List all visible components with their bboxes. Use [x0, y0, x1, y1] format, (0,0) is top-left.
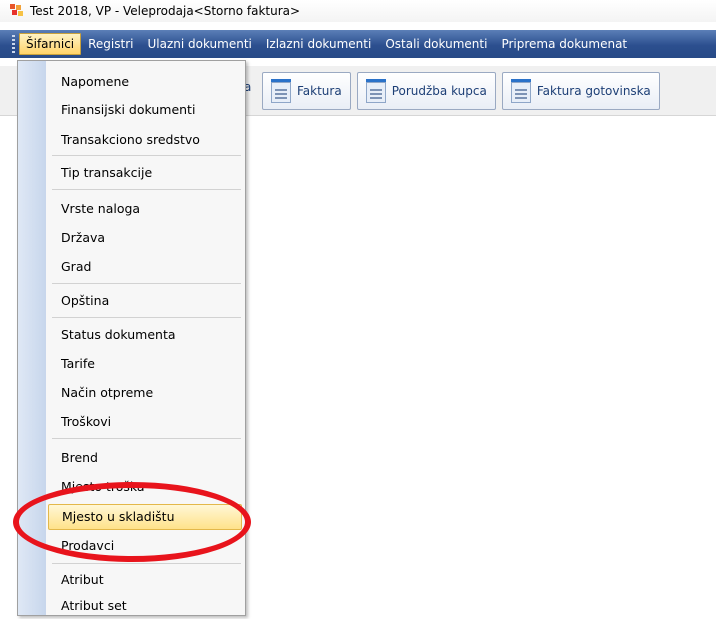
- menu-separator: [52, 317, 241, 318]
- menu-bar: Šifarnici Registri Ulazni dokumenti Izla…: [0, 30, 716, 58]
- document-icon: [365, 78, 386, 103]
- menu-item-atribut-set[interactable]: Atribut set: [48, 593, 242, 619]
- menu-item-transakciono-sredstvo[interactable]: Transakciono sredstvo: [48, 127, 242, 153]
- menu-separator: [52, 189, 241, 190]
- menu-separator: [52, 563, 241, 564]
- app-logo-icon: [10, 4, 24, 18]
- document-icon: [271, 78, 291, 103]
- faktura-button[interactable]: Faktura: [262, 71, 351, 110]
- menu-item-grad[interactable]: Grad: [48, 254, 242, 280]
- menu-item-opstina[interactable]: Opština: [48, 288, 242, 314]
- porudzba-kupca-button-label: Porudžba kupca: [391, 83, 487, 98]
- menu-izlazni-dokumenti[interactable]: Izlazni dokumenti: [259, 33, 378, 55]
- menu-item-tip-transakcije[interactable]: Tip transakcije: [48, 160, 242, 186]
- menu-item-finansijski-dokumenti[interactable]: Finansijski dokumenti: [48, 97, 242, 123]
- menu-item-atribut[interactable]: Atribut: [48, 567, 242, 593]
- menu-separator: [52, 438, 241, 439]
- menu-item-brend[interactable]: Brend: [48, 445, 242, 471]
- document-icon: [510, 78, 531, 103]
- menu-ulazni-dokumenti[interactable]: Ulazni dokumenti: [140, 33, 258, 55]
- menu-item-tarife[interactable]: Tarife: [48, 351, 242, 377]
- menu-priprema-dokumenata[interactable]: Priprema dokumenat: [494, 33, 634, 55]
- menu-item-nacin-otpreme[interactable]: Način otpreme: [48, 380, 242, 406]
- menu-separator: [52, 155, 241, 156]
- red-ellipse-annotation: [13, 482, 251, 562]
- menu-item-napomene[interactable]: Napomene: [48, 69, 242, 95]
- menu-registri[interactable]: Registri: [81, 33, 140, 55]
- menu-separator: [52, 283, 241, 284]
- faktura-gotovinska-button-label: Faktura gotovinska: [536, 83, 651, 98]
- faktura-gotovinska-button[interactable]: Faktura gotovinska: [501, 71, 660, 110]
- faktura-button-label: Faktura: [297, 83, 342, 98]
- menu-item-drzava[interactable]: Država: [48, 225, 242, 251]
- menubar-grip-icon[interactable]: [12, 35, 15, 53]
- window-title: Test 2018, VP - Veleprodaja<Storno faktu…: [30, 4, 301, 18]
- menu-item-troskovi[interactable]: Troškovi: [48, 409, 242, 435]
- menu-ostali-dokumenti[interactable]: Ostali dokumenti: [378, 33, 494, 55]
- menu-sifarnici[interactable]: Šifarnici: [19, 33, 82, 55]
- title-bar: Test 2018, VP - Veleprodaja<Storno faktu…: [0, 0, 716, 22]
- porudzba-kupca-button[interactable]: Porudžba kupca: [356, 71, 496, 110]
- menu-item-vrste-naloga[interactable]: Vrste naloga: [48, 196, 242, 222]
- menu-item-status-dokumenta[interactable]: Status dokumenta: [48, 322, 242, 348]
